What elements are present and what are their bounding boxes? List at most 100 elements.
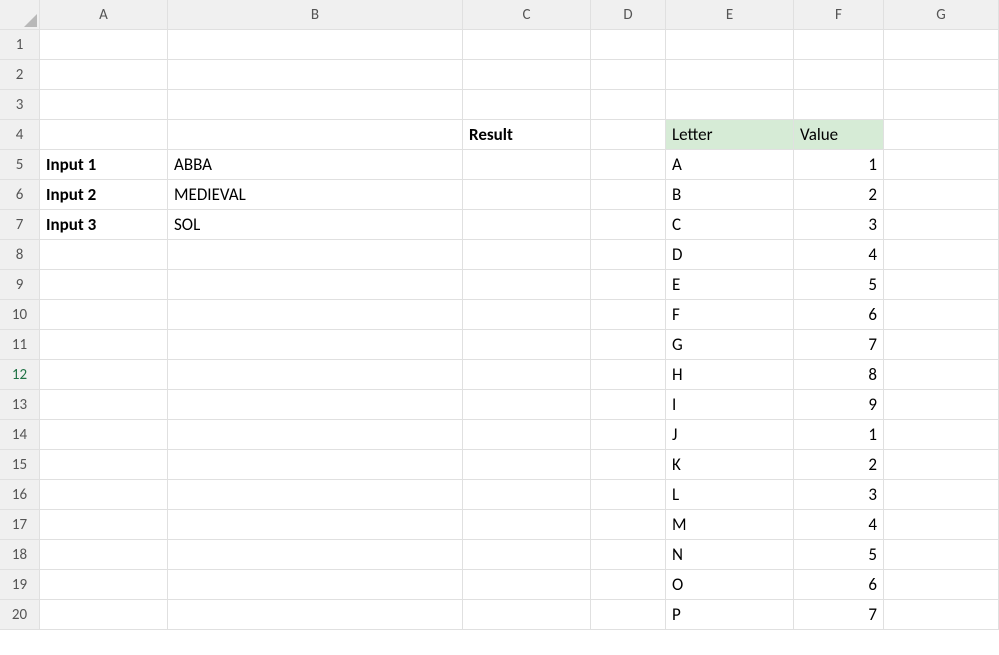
cell-C7[interactable] [463,210,591,240]
cell-D7[interactable] [591,210,666,240]
cell-D16[interactable] [591,480,666,510]
cell-C19[interactable] [463,570,591,600]
cell-F12[interactable]: 8 [794,360,884,390]
cell-A15[interactable] [40,450,168,480]
cell-A16[interactable] [40,480,168,510]
row-header-11[interactable]: 11 [0,330,40,360]
cell-E12[interactable]: H [666,360,794,390]
col-header-D[interactable]: D [591,0,666,30]
cell-B1[interactable] [168,30,463,60]
cell-A18[interactable] [40,540,168,570]
cell-D11[interactable] [591,330,666,360]
cell-G20[interactable] [884,600,999,630]
cell-D2[interactable] [591,60,666,90]
cell-C13[interactable] [463,390,591,420]
cell-E9[interactable]: E [666,270,794,300]
cell-C8[interactable] [463,240,591,270]
cell-B9[interactable] [168,270,463,300]
row-header-6[interactable]: 6 [0,180,40,210]
row-header-9[interactable]: 9 [0,270,40,300]
cell-D6[interactable] [591,180,666,210]
cell-B19[interactable] [168,570,463,600]
cell-E10[interactable]: F [666,300,794,330]
cell-E20[interactable]: P [666,600,794,630]
cell-E2[interactable] [666,60,794,90]
cell-B7[interactable]: SOL [168,210,463,240]
cell-E16[interactable]: L [666,480,794,510]
cell-D5[interactable] [591,150,666,180]
cell-C10[interactable] [463,300,591,330]
cell-B6[interactable]: MEDIEVAL [168,180,463,210]
cell-F13[interactable]: 9 [794,390,884,420]
row-header-8[interactable]: 8 [0,240,40,270]
cell-C18[interactable] [463,540,591,570]
col-header-E[interactable]: E [666,0,794,30]
cell-A12[interactable] [40,360,168,390]
cell-D9[interactable] [591,270,666,300]
cell-F11[interactable]: 7 [794,330,884,360]
cell-G12[interactable] [884,360,999,390]
cell-B10[interactable] [168,300,463,330]
cell-F3[interactable] [794,90,884,120]
cell-G11[interactable] [884,330,999,360]
cell-C9[interactable] [463,270,591,300]
cell-E4[interactable]: Letter [666,120,794,150]
cell-A14[interactable] [40,420,168,450]
cell-E15[interactable]: K [666,450,794,480]
cell-G4[interactable] [884,120,999,150]
row-header-18[interactable]: 18 [0,540,40,570]
cell-F1[interactable] [794,30,884,60]
row-header-7[interactable]: 7 [0,210,40,240]
row-header-12[interactable]: 12 [0,360,40,390]
cell-E17[interactable]: M [666,510,794,540]
cell-F18[interactable]: 5 [794,540,884,570]
cell-E14[interactable]: J [666,420,794,450]
cell-G19[interactable] [884,570,999,600]
cell-E18[interactable]: N [666,540,794,570]
row-header-4[interactable]: 4 [0,120,40,150]
cell-C12[interactable] [463,360,591,390]
cell-D18[interactable] [591,540,666,570]
cell-D15[interactable] [591,450,666,480]
cell-C14[interactable] [463,420,591,450]
cell-D14[interactable] [591,420,666,450]
cell-G15[interactable] [884,450,999,480]
cell-E3[interactable] [666,90,794,120]
select-all-corner[interactable] [0,0,40,30]
col-header-C[interactable]: C [463,0,591,30]
cell-A1[interactable] [40,30,168,60]
cell-E8[interactable]: D [666,240,794,270]
cell-E5[interactable]: A [666,150,794,180]
cell-A10[interactable] [40,300,168,330]
cell-F20[interactable]: 7 [794,600,884,630]
cell-F7[interactable]: 3 [794,210,884,240]
cell-A9[interactable] [40,270,168,300]
cell-A6[interactable]: Input 2 [40,180,168,210]
cell-G8[interactable] [884,240,999,270]
row-header-1[interactable]: 1 [0,30,40,60]
cell-F5[interactable]: 1 [794,150,884,180]
cell-C17[interactable] [463,510,591,540]
cell-C3[interactable] [463,90,591,120]
cell-A13[interactable] [40,390,168,420]
row-header-14[interactable]: 14 [0,420,40,450]
cell-C4[interactable]: Result [463,120,591,150]
cell-A2[interactable] [40,60,168,90]
cell-F6[interactable]: 2 [794,180,884,210]
cell-B18[interactable] [168,540,463,570]
col-header-F[interactable]: F [794,0,884,30]
row-header-5[interactable]: 5 [0,150,40,180]
cell-A11[interactable] [40,330,168,360]
cell-D4[interactable] [591,120,666,150]
cell-G14[interactable] [884,420,999,450]
cell-D13[interactable] [591,390,666,420]
cell-C5[interactable] [463,150,591,180]
cell-F19[interactable]: 6 [794,570,884,600]
cell-F8[interactable]: 4 [794,240,884,270]
cell-F15[interactable]: 2 [794,450,884,480]
cell-B8[interactable] [168,240,463,270]
cell-F10[interactable]: 6 [794,300,884,330]
cell-B4[interactable] [168,120,463,150]
cell-B20[interactable] [168,600,463,630]
row-header-17[interactable]: 17 [0,510,40,540]
